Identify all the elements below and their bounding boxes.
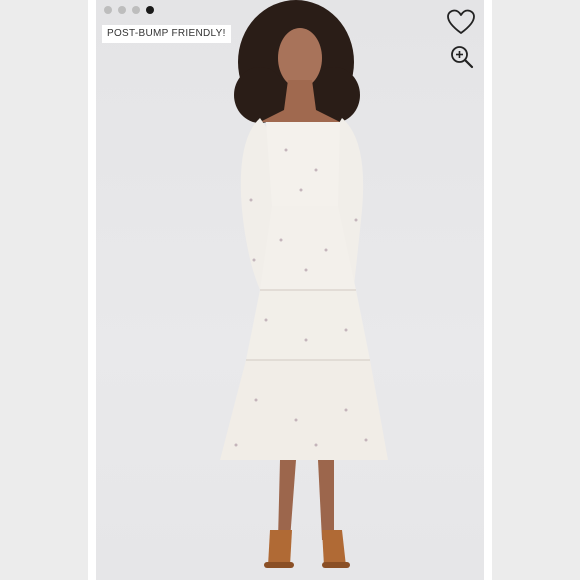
gallery-dot-3[interactable] [132, 6, 140, 14]
post-bump-badge: POST-BUMP FRIENDLY! [102, 25, 231, 43]
product-photo[interactable]: POST-BUMP FRIENDLY! [96, 0, 484, 580]
zoom-button[interactable] [449, 44, 475, 70]
gallery-dot-1[interactable] [104, 6, 112, 14]
gallery-pagination [104, 6, 154, 14]
favorite-button[interactable] [446, 8, 476, 36]
zoom-in-icon [451, 46, 474, 69]
gallery-dot-2[interactable] [118, 6, 126, 14]
model-wearing-dress [220, 0, 388, 568]
left-margin [0, 0, 88, 580]
heart-icon [447, 9, 475, 34]
gallery-dot-4-active[interactable] [146, 6, 154, 14]
right-margin [492, 0, 580, 580]
